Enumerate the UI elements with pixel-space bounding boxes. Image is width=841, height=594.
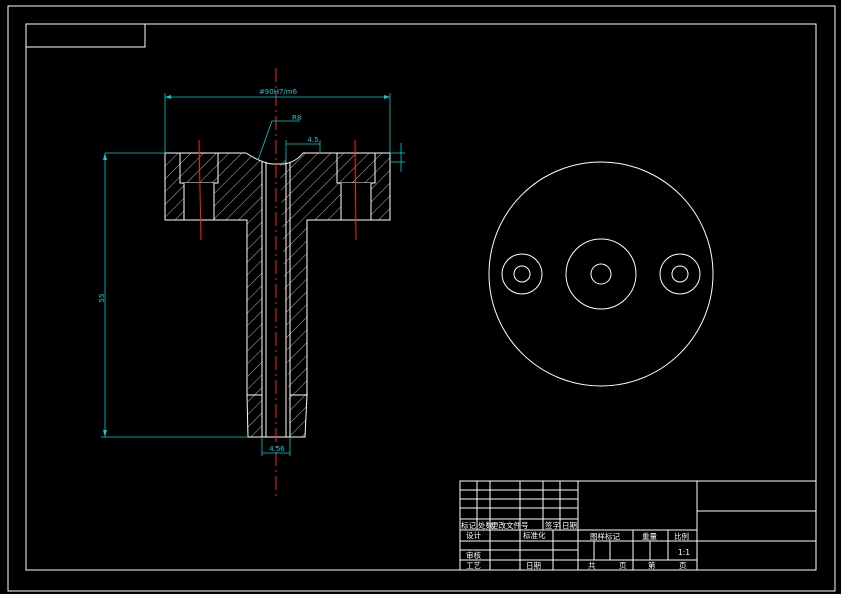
tb-date: 日期 — [526, 561, 541, 570]
drawing-canvas: #90H7/m6 R8 4.5 55 4.56 标记 处数 更改文件号 签字 日… — [7, 5, 836, 592]
tb-header-mark: 标记 — [461, 520, 476, 530]
flange-circle — [488, 161, 714, 387]
top-view — [488, 161, 714, 387]
top-left-code-box — [25, 23, 146, 48]
top-small-dim: 4.5 — [307, 136, 318, 144]
overall-width-dim: #90H7/m6 — [259, 88, 298, 96]
outer-sheet-border — [7, 5, 836, 592]
tb-weight: 重量 — [642, 532, 657, 541]
right-hatch — [280, 153, 390, 437]
radius-dim: R8 — [292, 114, 301, 122]
tb-total: 共 — [588, 561, 596, 570]
tb-page-1: 页 — [619, 561, 627, 570]
bottom-dia-dim: 4.56 — [269, 445, 285, 453]
hub-circle — [565, 238, 637, 310]
tb-sheet: 第 — [648, 560, 656, 570]
tb-header-date: 日期 — [562, 521, 577, 530]
tb-page-2: 页 — [679, 561, 687, 570]
left-hole-circle — [513, 265, 531, 283]
tb-scale-value: 1:1 — [678, 548, 690, 557]
left-bolt-hole — [184, 183, 214, 220]
right-hole-circle — [671, 265, 689, 283]
height-dim: 55 — [98, 294, 106, 303]
tb-stage-mark: 图样标记 — [590, 531, 620, 541]
title-block: 标记 处数 更改文件号 签字 日期 设计 标准化 审核 工艺 日期 图样标记 重… — [459, 480, 817, 571]
tb-standardization: 标准化 — [523, 530, 546, 540]
right-counterbore-circle — [659, 253, 701, 295]
tb-design: 设计 — [466, 530, 481, 540]
tb-review: 审核 — [466, 550, 481, 560]
left-counterbore-circle — [501, 253, 543, 295]
tb-header-change-doc: 更改文件号 — [491, 520, 529, 530]
section-view — [164, 68, 391, 500]
tb-header-sign: 签字 — [545, 520, 560, 530]
tb-scale-label: 比例 — [674, 531, 689, 541]
center-bore-circle — [590, 263, 612, 285]
tb-process: 工艺 — [466, 561, 481, 570]
